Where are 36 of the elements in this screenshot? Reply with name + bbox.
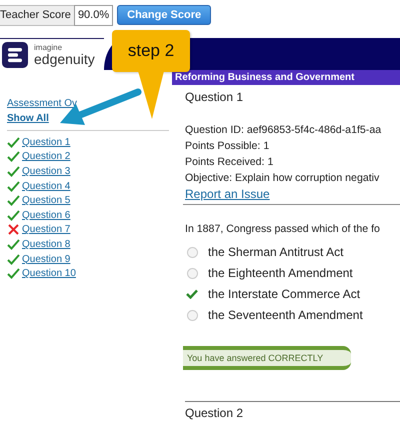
question-detail: Objective: Explain how corruption negativ [185,171,380,186]
question-link[interactable]: Question 9 [22,254,70,265]
question-link[interactable]: Question 2 [22,151,70,162]
answer-option: the Interstate Commerce Act [208,287,360,301]
question-detail: Points Received: 1 [185,155,274,170]
question-link[interactable]: Question 4 [22,180,70,192]
answer-option: the Eighteenth Amendment [208,266,353,280]
logo-icon [2,42,28,68]
section-title: Reforming Business and Government [175,72,354,83]
answer-option: the Sherman Antitrust Act [208,245,344,259]
question-detail: Points Possible: 1 [185,139,270,154]
assessment-overview-link[interactable]: Assessment Ov [7,98,78,109]
question-title: Question 2 [185,406,244,420]
radio-button[interactable] [187,268,198,278]
callout-text: step 2 [128,41,174,61]
logo-wordmark: edgenuity [34,52,95,66]
question-link[interactable]: Question 6 [22,210,70,221]
question-link[interactable]: Question 1 [22,136,70,148]
radio-button[interactable] [187,246,198,258]
question-link[interactable]: Question 7 [22,224,70,236]
score-field[interactable]: 90.0% [74,4,114,26]
question-link[interactable]: Question 8 [22,238,70,250]
question-title: Question 1 [185,90,244,104]
score-label: Teacher Score [0,4,74,26]
question-prompt: In 1887, Congress passed which of the fo [185,223,381,235]
show-all-link[interactable]: Show All [7,113,49,124]
radio-button[interactable] [187,310,198,320]
report-issue-link[interactable]: Report an Issue [185,186,270,202]
answer-option: the Seventeenth Amendment [208,308,363,322]
result-banner: You have answered CORRECTLY [183,346,351,370]
question-link[interactable]: Question 5 [22,195,70,206]
change-score-button[interactable]: Change Score [117,5,212,25]
question-link[interactable]: Question 3 [22,166,70,177]
question-link[interactable]: Question 10 [22,268,76,280]
logo-tagline: imagine [34,44,64,52]
question-detail: Question ID: aef96853-5f4c-486d-a1f5-aa [185,123,382,138]
